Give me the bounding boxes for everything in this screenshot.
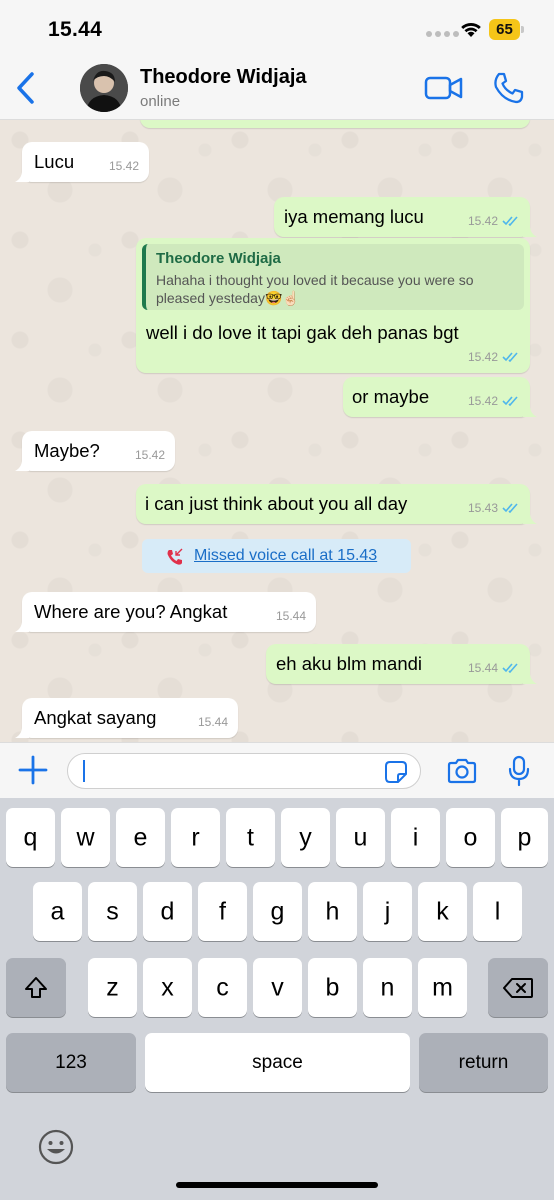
backspace-icon <box>503 978 533 998</box>
message-text: eh aku blm mandi <box>276 653 423 674</box>
key-h[interactable]: h <box>308 882 357 941</box>
message-text: Where are you? Angkat <box>34 601 228 622</box>
avatar[interactable] <box>80 64 128 112</box>
message-outgoing-reply[interactable]: Theodore Widjaja Hahaha i thought you lo… <box>136 238 530 373</box>
message-input[interactable] <box>67 753 421 789</box>
message-time: 15.42 <box>108 159 139 173</box>
message-text: iya memang lucu <box>284 206 424 227</box>
message-incoming[interactable]: Angkat sayang 15.44 <box>15 698 238 738</box>
key-b[interactable]: b <box>308 958 357 1017</box>
key-y[interactable]: y <box>281 808 330 867</box>
backspace-key[interactable] <box>488 958 548 1017</box>
message-outgoing[interactable]: iya memang lucu 15.42 <box>274 197 537 237</box>
return-key[interactable]: return <box>419 1033 548 1092</box>
status-time: 15.44 <box>48 18 103 41</box>
message-incoming[interactable]: Maybe? 15.42 <box>15 431 175 471</box>
message-text: Lucu <box>34 151 75 172</box>
message-outgoing[interactable]: or maybe 15.42 <box>343 377 537 417</box>
key-i[interactable]: i <box>391 808 440 867</box>
read-receipt-icon <box>502 663 518 673</box>
key-l[interactable]: l <box>473 882 522 941</box>
key-s[interactable]: s <box>88 882 137 941</box>
key-v[interactable]: v <box>253 958 302 1017</box>
read-receipt-icon <box>502 216 518 226</box>
home-indicator <box>176 1182 378 1188</box>
message-bubble-partial <box>140 120 530 128</box>
message-text: Angkat sayang <box>34 707 157 728</box>
key-p[interactable]: p <box>501 808 548 867</box>
chat-area[interactable]: Lucu 15.42 iya memang lucu 15.42 Theodor… <box>0 120 554 742</box>
key-q[interactable]: q <box>6 808 55 867</box>
chat-header: Theodore Widjaja online <box>0 56 554 120</box>
keyboard: q w e r t y u i o p a s d f g h j k l z … <box>0 798 554 1200</box>
read-receipt-icon <box>502 396 518 406</box>
message-incoming[interactable]: Where are you? Angkat 15.44 <box>15 592 316 632</box>
contact-name[interactable]: Theodore Widjaja <box>140 66 307 89</box>
emoji-icon[interactable] <box>37 1128 75 1166</box>
key-o[interactable]: o <box>446 808 495 867</box>
microphone-icon[interactable] <box>508 755 530 787</box>
message-text: i can just think about you all day <box>145 493 408 514</box>
status-bar: 15.44 65 <box>0 0 554 56</box>
message-text: Maybe? <box>34 440 100 461</box>
battery-icon: 65 <box>489 19 520 40</box>
key-a[interactable]: a <box>33 882 82 941</box>
back-button[interactable] <box>12 70 42 106</box>
wifi-icon <box>461 22 481 37</box>
battery-tip <box>521 26 524 33</box>
key-m[interactable]: m <box>418 958 467 1017</box>
read-receipt-icon <box>502 352 518 362</box>
read-receipt-icon <box>502 503 518 513</box>
key-j[interactable]: j <box>363 882 412 941</box>
video-call-icon[interactable] <box>424 74 464 102</box>
missed-call-text: Missed voice call at 15.43 <box>194 547 378 564</box>
message-incoming[interactable]: Lucu 15.42 <box>15 142 149 182</box>
quoted-sender: Theodore Widjaja <box>156 250 281 267</box>
message-time: 15.43 <box>467 501 498 515</box>
key-x[interactable]: x <box>143 958 192 1017</box>
plus-icon[interactable] <box>18 755 48 785</box>
missed-call-notice[interactable]: Missed voice call at 15.43 <box>142 539 411 573</box>
quoted-message[interactable]: Theodore Widjaja Hahaha i thought you lo… <box>142 244 524 310</box>
key-n[interactable]: n <box>363 958 412 1017</box>
message-outgoing[interactable]: eh aku blm mandi 15.44 <box>266 644 537 684</box>
key-d[interactable]: d <box>143 882 192 941</box>
text-cursor <box>83 760 85 782</box>
sticker-icon[interactable] <box>384 760 408 784</box>
message-text: well i do love it tapi gak deh panas bgt <box>146 322 459 343</box>
key-c[interactable]: c <box>198 958 247 1017</box>
key-g[interactable]: g <box>253 882 302 941</box>
shift-key[interactable] <box>6 958 66 1017</box>
quoted-text: Hahaha i thought you loved it because yo… <box>156 272 474 306</box>
camera-icon[interactable] <box>446 757 478 785</box>
key-u[interactable]: u <box>336 808 385 867</box>
shift-icon <box>25 977 47 998</box>
contact-status: online <box>140 93 181 110</box>
key-r[interactable]: r <box>171 808 220 867</box>
key-w[interactable]: w <box>61 808 110 867</box>
space-key[interactable]: space <box>145 1033 410 1092</box>
key-z[interactable]: z <box>88 958 137 1017</box>
message-composer <box>0 742 554 798</box>
phone-icon[interactable] <box>490 70 526 106</box>
message-time: 15.44 <box>467 661 498 675</box>
message-time: 15.42 <box>467 350 498 364</box>
key-t[interactable]: t <box>226 808 275 867</box>
message-time: 15.42 <box>467 394 498 408</box>
message-time: 15.42 <box>134 448 165 462</box>
message-text: or maybe <box>352 386 430 407</box>
key-k[interactable]: k <box>418 882 467 941</box>
message-time: 15.44 <box>275 609 306 623</box>
message-time: 15.42 <box>467 214 498 228</box>
key-e[interactable]: e <box>116 808 165 867</box>
missed-call-icon <box>167 548 183 565</box>
message-time: 15.44 <box>197 715 228 729</box>
signal-icon <box>426 31 459 37</box>
key-f[interactable]: f <box>198 882 247 941</box>
message-outgoing[interactable]: i can just think about you all day 15.43 <box>136 484 537 524</box>
numbers-key[interactable]: 123 <box>6 1033 136 1092</box>
